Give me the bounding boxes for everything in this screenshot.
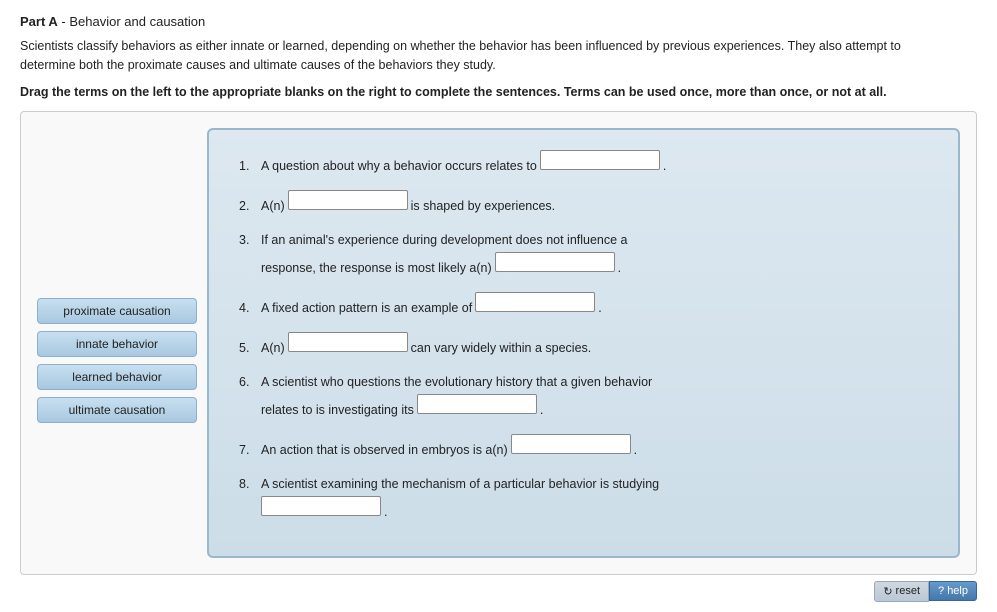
sentence-4-pre: A fixed action pattern is an example of (261, 298, 472, 318)
blank-7[interactable] (511, 434, 631, 454)
sentence-4-end: . (598, 298, 601, 318)
sentence-row-1: 1. A question about why a behavior occur… (239, 150, 928, 176)
sentence-6-end: . (540, 400, 543, 420)
main-area: proximate causation innate behavior lear… (20, 111, 977, 575)
sentence-7-end: . (634, 440, 637, 460)
sentence-num-8: 8. (239, 474, 261, 494)
page-container: Part A - Behavior and causation Scientis… (0, 0, 997, 612)
sentence-row-8: 8. A scientist examining the mechanism o… (239, 474, 928, 522)
sentence-2-post: is shaped by experiences. (411, 196, 556, 216)
blank-6[interactable] (417, 394, 537, 414)
sentence-num-3: 3. (239, 230, 261, 250)
blank-4[interactable] (475, 292, 595, 312)
sentence-num-1: 1. (239, 156, 261, 176)
sentence-text-2: A(n) is shaped by experiences. (261, 190, 928, 216)
terms-column: proximate causation innate behavior lear… (37, 298, 197, 423)
sentence-1-end: . (663, 156, 666, 176)
blank-5[interactable] (288, 332, 408, 352)
part-header: Part A - Behavior and causation (20, 14, 977, 29)
sentence-row-5: 5. A(n) can vary widely within a species… (239, 332, 928, 358)
sentence-num-5: 5. (239, 338, 261, 358)
blank-2[interactable] (288, 190, 408, 210)
sentence-1-text: A question about why a behavior occurs r… (261, 156, 537, 176)
sentence-8-line1: A scientist examining the mechanism of a… (261, 474, 659, 494)
sentence-text-4: A fixed action pattern is an example of … (261, 292, 928, 318)
term-innate-behavior[interactable]: innate behavior (37, 331, 197, 357)
sentence-num-7: 7. (239, 440, 261, 460)
sentence-text-5: A(n) can vary widely within a species. (261, 332, 928, 358)
sentence-8-end: . (384, 502, 387, 522)
sentence-text-1: A question about why a behavior occurs r… (261, 150, 928, 176)
term-proximate-causation[interactable]: proximate causation (37, 298, 197, 324)
blank-8[interactable] (261, 496, 381, 516)
sentence-5-pre: A(n) (261, 338, 285, 358)
sentence-2-pre: A(n) (261, 196, 285, 216)
sentence-6-line1: A scientist who questions the evolutiona… (261, 372, 652, 392)
bottom-bar: ↻ reset ? help (20, 581, 977, 602)
sentence-6-line2: relates to is investigating its (261, 400, 414, 420)
sentence-row-6: 6. A scientist who questions the evoluti… (239, 372, 928, 420)
sentence-row-2: 2. A(n) is shaped by experiences. (239, 190, 928, 216)
sentence-3-end: . (618, 258, 621, 278)
sentences-area: 1. A question about why a behavior occur… (207, 128, 960, 558)
sentence-3-line2: response, the response is most likely a(… (261, 258, 492, 278)
blank-1[interactable] (540, 150, 660, 170)
sentence-7-pre: An action that is observed in embryos is… (261, 440, 508, 460)
sentence-3-line1: If an animal's experience during develop… (261, 230, 628, 250)
sentence-num-4: 4. (239, 298, 261, 318)
term-ultimate-causation[interactable]: ultimate causation (37, 397, 197, 423)
reset-icon: ↻ (883, 585, 892, 598)
sentence-row-3: 3. If an animal's experience during deve… (239, 230, 928, 278)
blank-3[interactable] (495, 252, 615, 272)
reset-button[interactable]: ↻ reset (874, 581, 929, 602)
help-button[interactable]: ? help (929, 581, 977, 601)
description: Scientists classify behaviors as either … (20, 37, 940, 75)
term-learned-behavior[interactable]: learned behavior (37, 364, 197, 390)
sentence-row-7: 7. An action that is observed in embryos… (239, 434, 928, 460)
sentence-num-2: 2. (239, 196, 261, 216)
part-title: Behavior and causation (69, 14, 205, 29)
reset-label: reset (896, 585, 920, 597)
sentence-5-post: can vary widely within a species. (411, 338, 592, 358)
sentence-text-7: An action that is observed in embryos is… (261, 434, 928, 460)
instruction: Drag the terms on the left to the approp… (20, 85, 940, 99)
part-label: Part A (20, 14, 58, 29)
sentence-row-4: 4. A fixed action pattern is an example … (239, 292, 928, 318)
help-label: ? help (938, 585, 968, 597)
sentence-num-6: 6. (239, 372, 261, 392)
